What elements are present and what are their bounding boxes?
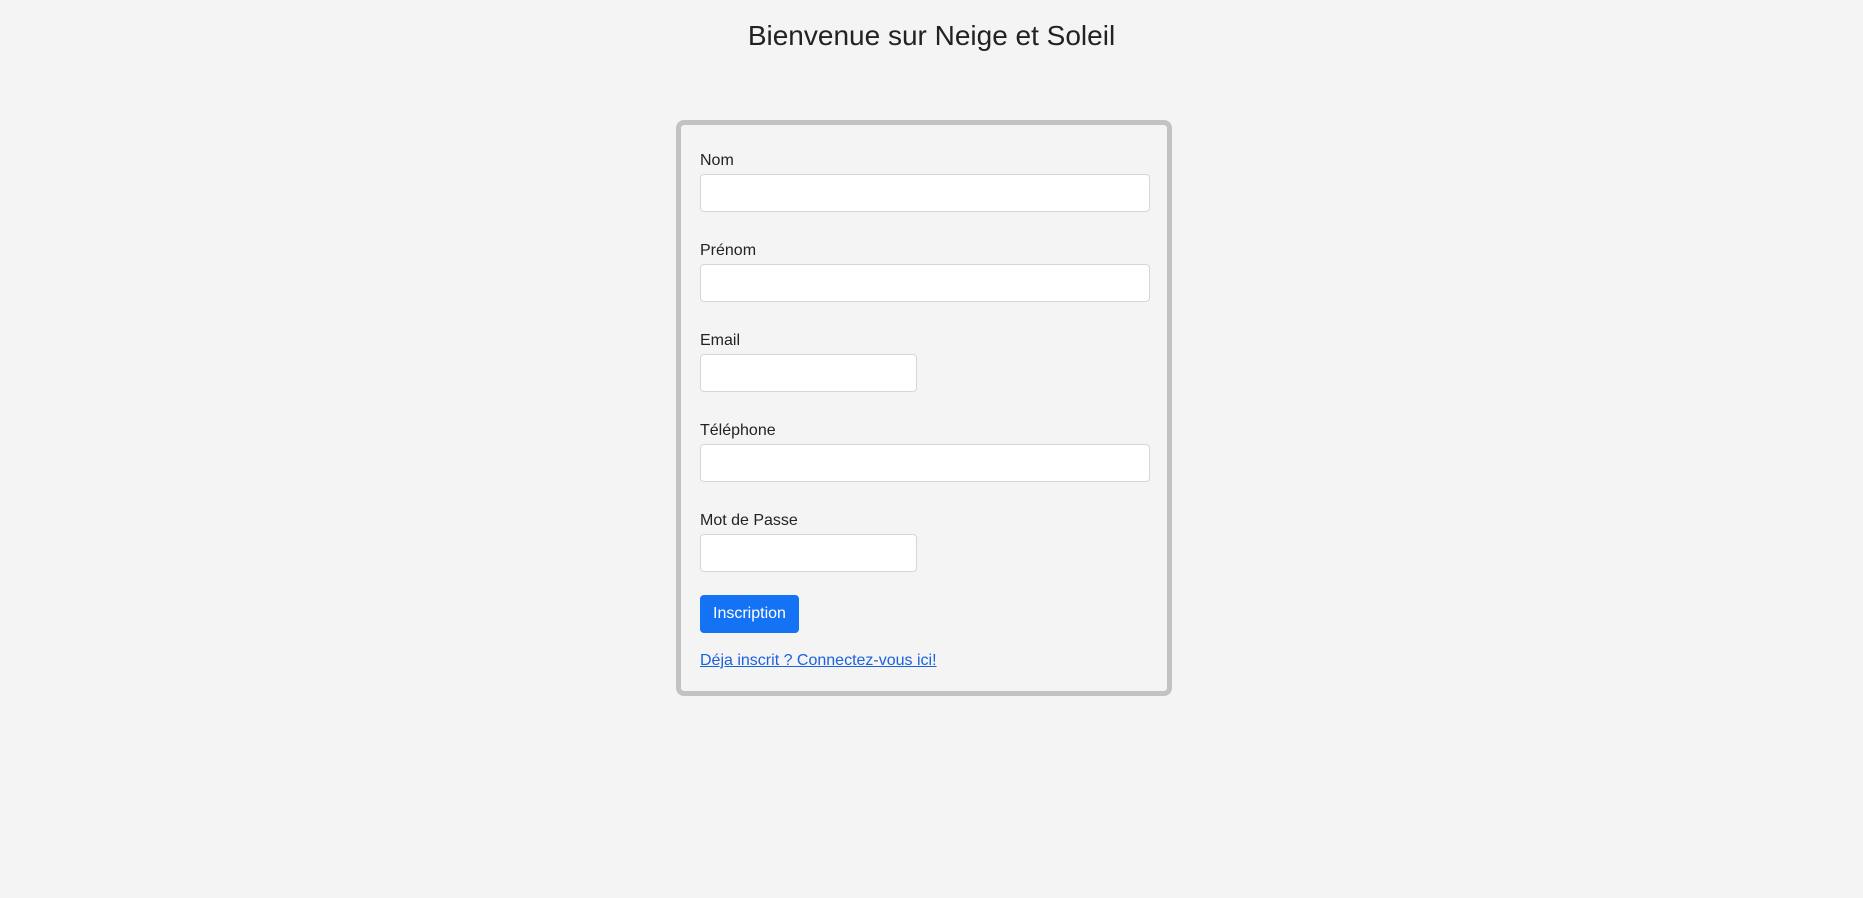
email-input[interactable] [700,354,917,392]
page-title: Bienvenue sur Neige et Soleil [747,20,1116,51]
nom-input[interactable] [700,174,1150,212]
login-link[interactable]: Déja inscrit ? Connectez-vous ici! [700,651,937,671]
telephone-label: Téléphone [700,422,776,439]
telephone-input[interactable] [700,444,1150,482]
signup-form: Nom Prénom Email Téléphone Mot de Passe … [676,120,1172,696]
prenom-input[interactable] [700,264,1150,302]
password-label: Mot de Passe [700,512,798,529]
password-input[interactable] [700,534,917,572]
nom-label: Nom [700,152,734,169]
prenom-label: Prénom [700,242,757,259]
inscription-button[interactable]: Inscription [700,595,799,633]
email-label: Email [700,332,741,349]
